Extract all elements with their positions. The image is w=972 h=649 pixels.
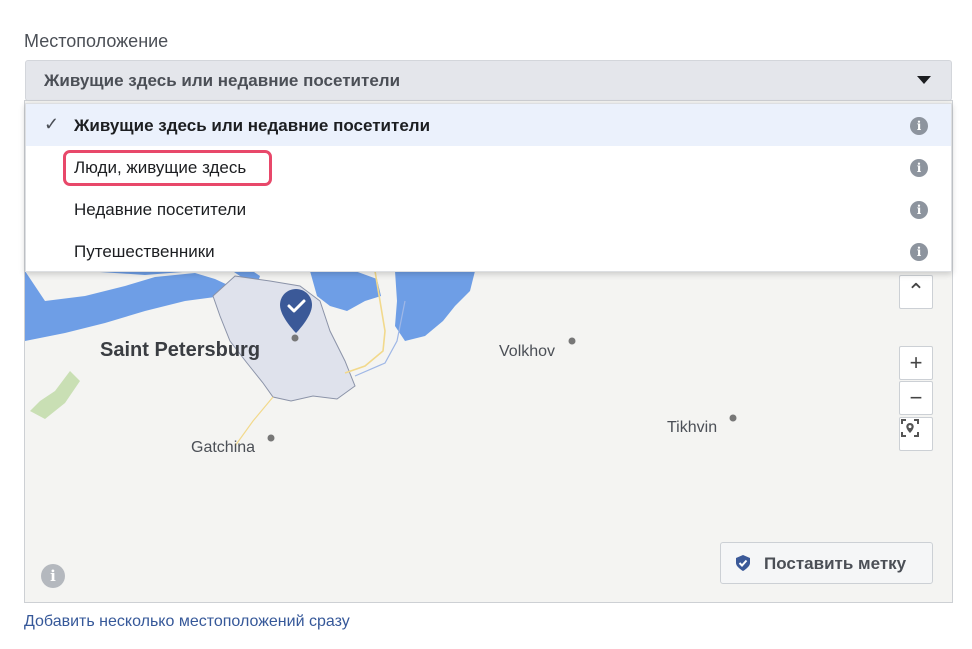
drop-pin-label: Поставить метку — [764, 554, 907, 573]
location-target-icon — [901, 419, 919, 437]
info-icon[interactable]: i — [910, 159, 928, 177]
info-icon[interactable]: i — [910, 117, 928, 135]
location-type-selected-value: Живущие здесь или недавние посетители — [44, 71, 401, 90]
option-living-or-recent[interactable]: ✓ Живущие здесь или недавние посетители … — [26, 104, 951, 146]
map-info-icon[interactable]: i — [41, 564, 65, 588]
info-icon[interactable]: i — [910, 243, 928, 261]
caret-down-icon — [917, 76, 931, 84]
plus-icon: + — [909, 350, 923, 375]
option-travelers[interactable]: Путешественники i — [26, 230, 951, 272]
chevron-up-icon: ⌃ — [906, 279, 926, 304]
info-icon[interactable]: i — [910, 201, 928, 219]
option-label: Путешественники — [74, 242, 215, 261]
map-collapse-button[interactable]: ⌃ — [899, 275, 933, 309]
add-multiple-locations-link[interactable]: Добавить несколько местоположений сразу — [24, 613, 350, 631]
option-label: Недавние посетители — [74, 200, 247, 219]
map-city-gatchina: Gatchina — [191, 439, 256, 456]
map-city-volkhov: Volkhov — [499, 343, 556, 360]
drop-pin-button[interactable]: Поставить метку — [720, 542, 933, 584]
checkmark-icon: ✓ — [44, 114, 60, 134]
location-type-select[interactable]: Живущие здесь или недавние посетители — [25, 60, 952, 101]
minus-icon: − — [909, 385, 923, 410]
map-city-saint-petersburg: Saint Petersburg — [100, 339, 261, 361]
map-city-tikhvin: Tikhvin — [667, 419, 718, 436]
option-label: Живущие здесь или недавние посетители — [74, 116, 431, 135]
location-section-label: Местоположение — [24, 31, 169, 51]
zoom-out-button[interactable]: − — [899, 381, 933, 415]
locate-me-button[interactable] — [899, 417, 933, 451]
option-recent-visitors[interactable]: Недавние посетители i — [26, 188, 951, 230]
location-type-dropdown: ✓ Живущие здесь или недавние посетители … — [25, 103, 952, 272]
highlight-box — [63, 150, 272, 186]
map-pin-icon — [736, 555, 750, 571]
zoom-in-button[interactable]: + — [899, 346, 933, 380]
